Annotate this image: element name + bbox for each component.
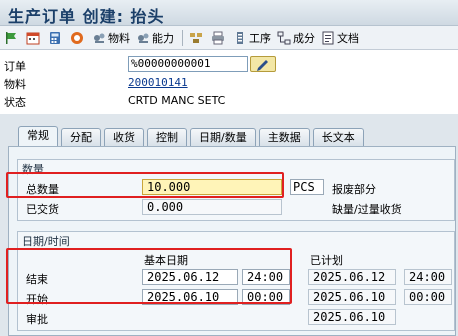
schedule-button[interactable]	[26, 29, 42, 47]
availability-icon	[70, 31, 84, 45]
tab-long-text[interactable]: 长文本	[312, 128, 364, 146]
delivered-label: 已交货	[26, 203, 59, 216]
edit-order-button[interactable]	[250, 56, 276, 72]
material-row: 物料 200010141	[4, 74, 454, 91]
pencil-icon	[257, 60, 268, 71]
scrap-portion-label: 报废部分	[332, 183, 376, 196]
operation-label: 工序	[249, 31, 271, 45]
document-icon	[321, 31, 335, 45]
tab-goods-receipt[interactable]: 收货	[104, 128, 144, 146]
tab-master-data[interactable]: 主数据	[258, 128, 310, 146]
capacity-icon	[136, 31, 150, 45]
component-label: 成分	[293, 31, 315, 45]
check-availability-button[interactable]	[70, 29, 86, 47]
tab-assignment[interactable]: 分配	[61, 128, 101, 146]
scheduled-end-time-field: 24:00	[404, 269, 452, 285]
structure-icon	[189, 31, 203, 45]
schedule-icon	[26, 31, 40, 45]
scheduled-dates-header: 已计划	[310, 254, 343, 267]
flag-icon	[4, 31, 18, 45]
scheduled-end-date-field: 2025.06.12	[308, 269, 396, 285]
calculator-button[interactable]	[48, 29, 64, 47]
capacity-button[interactable]: 能力	[136, 29, 174, 47]
tab-control[interactable]: 控制	[147, 128, 187, 146]
application-toolbar: 物料 能力 工序 成分 文档	[0, 26, 458, 50]
document-button[interactable]: 文档	[321, 29, 359, 47]
material-icon	[92, 31, 106, 45]
scheduled-start-date-field: 2025.06.10	[308, 289, 396, 305]
material-number-link[interactable]: 200010141	[128, 76, 188, 89]
operation-button[interactable]: 工序	[233, 29, 271, 47]
tab-strip: 常规 分配 收货 控制 日期/数量 主数据 长文本	[18, 126, 367, 146]
scheduled-release-date-field: 2025.06.10	[308, 309, 396, 325]
tab-general[interactable]: 常规	[18, 126, 58, 146]
order-number-field[interactable]: %00000000001	[128, 56, 248, 72]
document-label: 文档	[337, 31, 359, 45]
status-value: CRTD MANC SETC	[128, 94, 226, 107]
status-label: 状态	[4, 96, 26, 109]
status-row: 状态 CRTD MANC SETC	[4, 92, 454, 109]
structure-button[interactable]	[189, 29, 205, 47]
title-bar: 生产订单 创建: 抬头	[0, 0, 458, 26]
capacity-label: 能力	[152, 31, 174, 45]
page-title: 生产订单 创建: 抬头	[8, 7, 165, 26]
toolbar-separator	[182, 29, 183, 46]
dates-highlight-box	[6, 248, 292, 304]
scheduled-start-time-field: 00:00	[404, 289, 452, 305]
order-label: 订单	[4, 60, 26, 73]
quantity-highlight-box	[6, 172, 284, 198]
component-icon	[277, 31, 291, 45]
material-field-label: 物料	[4, 78, 26, 91]
dates-group-title: 日期/时间	[22, 235, 70, 248]
component-button[interactable]: 成分	[277, 29, 315, 47]
operation-icon	[233, 31, 247, 45]
release-label: 审批	[26, 313, 48, 326]
order-header: 订单 %00000000001 物料 200010141 状态 CRTD MAN…	[0, 50, 458, 114]
tab-dates-quantities[interactable]: 日期/数量	[190, 128, 256, 146]
material-button[interactable]: 物料	[92, 29, 130, 47]
shortage-overage-label: 缺量/过量收货	[332, 203, 402, 216]
order-row: 订单 %00000000001	[4, 56, 454, 73]
release-flag-button[interactable]	[4, 29, 20, 47]
delivered-quantity-field: 0.000	[142, 199, 282, 215]
calculator-icon	[48, 31, 62, 45]
material-label: 物料	[108, 31, 130, 45]
printer-icon	[211, 31, 225, 45]
unit-field[interactable]: PCS	[290, 179, 324, 195]
print-button[interactable]	[211, 29, 227, 47]
